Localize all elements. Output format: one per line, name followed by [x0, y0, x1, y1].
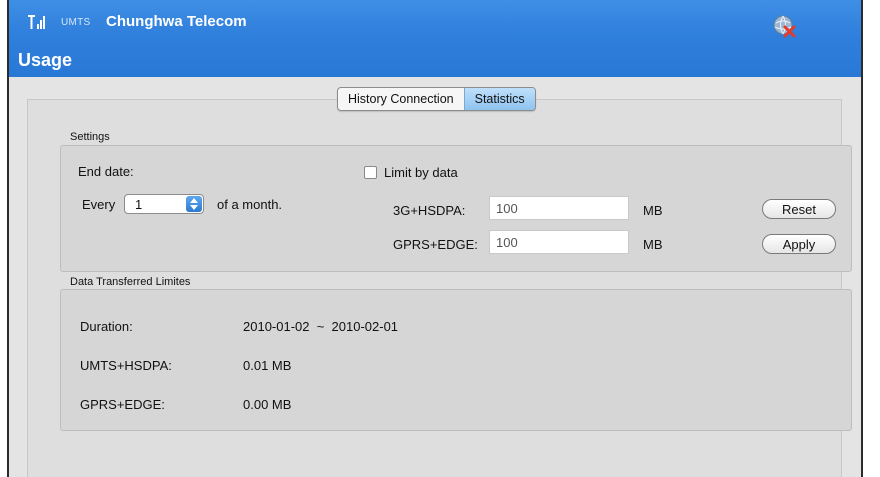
duration-value: 2010-01-02 ~ 2010-02-01 — [243, 319, 399, 334]
tab-history-connection[interactable]: History Connection — [338, 88, 464, 110]
gprs-edge-value: 0.00 MB — [243, 397, 292, 412]
apply-button[interactable]: Apply — [762, 234, 836, 254]
carrier-name: Chunghwa Telecom — [106, 13, 247, 30]
day-of-month-stepper[interactable]: 1 — [124, 194, 204, 214]
umts-hsdpa-value: 0.01 MB — [243, 358, 292, 373]
globe-disconnect-icon[interactable] — [772, 14, 796, 38]
tab-statistics[interactable]: Statistics — [463, 88, 535, 110]
gprs-edge-label: GPRS+EDGE: — [80, 397, 165, 412]
day-of-month-value: 1 — [135, 197, 143, 212]
hsdpa-limit-input[interactable] — [489, 196, 629, 220]
every-label: Every — [82, 197, 116, 212]
network-type: UMTS — [61, 17, 91, 28]
transfer-section-label: Data Transferred Limites — [70, 276, 191, 288]
hsdpa-unit: MB — [643, 203, 663, 218]
edge-label: GPRS+EDGE: — [393, 237, 478, 252]
section-title: Usage — [18, 50, 73, 70]
limit-by-data-label: Limit by data — [384, 165, 458, 180]
stepper-arrows-icon[interactable] — [186, 196, 202, 212]
limit-by-data-checkbox[interactable] — [364, 166, 377, 179]
edge-unit: MB — [643, 237, 663, 252]
hsdpa-label: 3G+HSDPA: — [393, 203, 466, 218]
duration-label: Duration: — [80, 319, 133, 334]
title-bar: UMTS Chunghwa Telecom Usage — [9, 0, 861, 77]
edge-limit-input[interactable] — [489, 230, 629, 254]
signal-strength-icon — [28, 15, 45, 29]
transfer-group — [60, 289, 852, 431]
reset-button[interactable]: Reset — [762, 199, 836, 219]
tab-bar: History Connection Statistics — [337, 87, 536, 111]
of-month-label: of a month. — [217, 197, 283, 212]
umts-hsdpa-label: UMTS+HSDPA: — [80, 358, 172, 373]
settings-section-label: Settings — [70, 131, 110, 143]
end-date-label: End date: — [78, 164, 134, 179]
